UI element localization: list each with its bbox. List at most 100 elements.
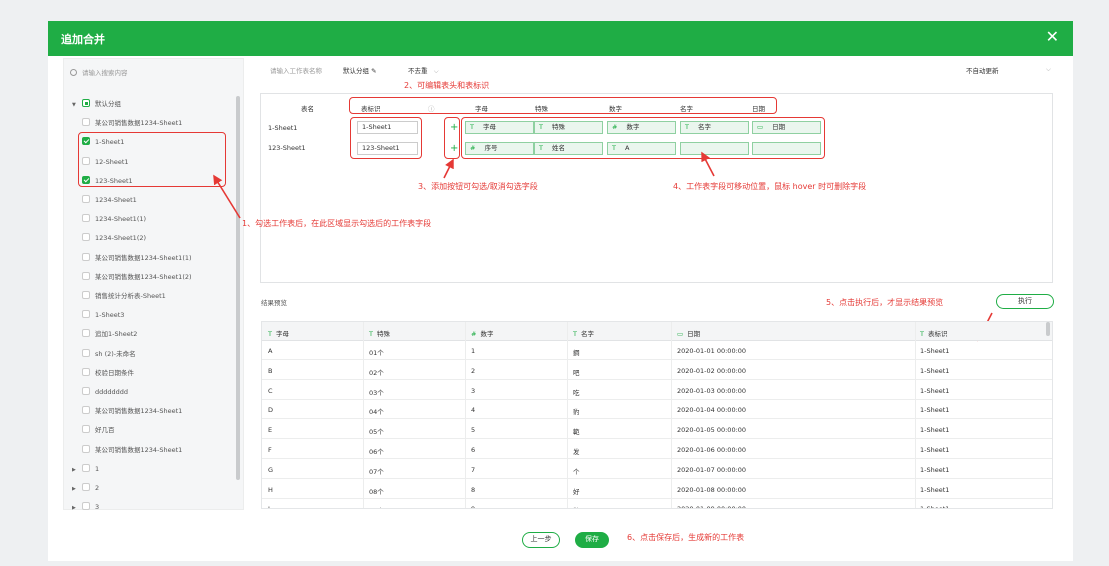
sidebar-item[interactable]: 好几百 [82, 423, 115, 437]
sidebar-item-label: 校验日期条件 [95, 368, 134, 377]
sidebar-item[interactable]: 某公司销售数据1234-Sheet1(2) [82, 270, 192, 284]
column-header[interactable]: T 表标识 [920, 328, 947, 338]
sidebar-item-label: sh (2)-未命名 [95, 349, 136, 358]
checkbox[interactable] [82, 444, 90, 453]
sidebar-item[interactable]: ▶ 2 [72, 481, 99, 495]
column-header[interactable]: ▭ 日期 [677, 328, 700, 338]
table-row: D 04个 4 豹 2020-01-04 00:00:00 1-Sheet1 [262, 400, 1052, 420]
results-table: T 字母 T 特殊 # 数字 T 名字 ▭ 日期 T 表标识 A 01个 1 鋼 2020-01-01 00:… [261, 321, 1053, 509]
sidebar-item[interactable]: 销售统计分析表-Sheet1 [82, 289, 166, 303]
sheet-name-input[interactable]: 请输入工作表名称 [270, 65, 322, 75]
table-cell: 1-Sheet1 [920, 465, 950, 474]
table-cell: 豹 [573, 408, 580, 417]
sidebar-item[interactable]: ▶ 3 [72, 500, 99, 514]
table-cell: E [268, 426, 273, 435]
table-cell: 範 [573, 428, 580, 437]
checkbox[interactable] [82, 483, 90, 491]
table-cell: 06个 [369, 448, 384, 456]
checkbox[interactable] [82, 99, 90, 107]
caret-down-icon[interactable]: ▼ [72, 98, 82, 112]
column-header[interactable]: T 字母 [268, 328, 289, 338]
sidebar-scrollbar[interactable] [236, 96, 240, 480]
group-select[interactable]: 默认分组 ✎ [343, 65, 377, 75]
column-header-label: 表标识 [927, 330, 948, 338]
caret-right-icon[interactable]: ▶ [72, 501, 82, 515]
sidebar-item-label: 好几百 [95, 426, 115, 435]
sidebar-item[interactable]: dddddddd [82, 385, 128, 399]
sidebar-item[interactable]: ▶ 1 [72, 462, 99, 476]
table-cell: 吧 [573, 368, 580, 377]
table-cell: 07个 [369, 467, 384, 476]
table-cell: 个 [573, 467, 580, 476]
column-header[interactable]: T 特殊 [369, 328, 390, 338]
annotation-6: 6、点击保存后，生成新的工作表 [627, 533, 745, 542]
sidebar-item[interactable]: ▼ 默认分组 [72, 97, 121, 111]
sidebar-item[interactable]: 某公司销售数据1234-Sheet1 [82, 443, 182, 457]
caret-right-icon[interactable]: ▶ [72, 482, 82, 496]
checkbox[interactable] [82, 502, 90, 511]
checkbox[interactable] [82, 195, 90, 203]
checkbox[interactable] [82, 252, 90, 261]
sidebar-item[interactable]: 1234-Sheet1(1) [82, 212, 146, 226]
checkbox[interactable] [82, 387, 90, 395]
column-header[interactable]: # 数字 [471, 328, 493, 338]
table-cell: 好 [573, 487, 580, 496]
table-scrollbar[interactable] [1046, 322, 1050, 336]
checkbox[interactable] [82, 463, 90, 472]
run-button[interactable]: 执行 [996, 294, 1054, 309]
chevron-down-icon[interactable]: ⌵ [1046, 65, 1051, 74]
sidebar-item[interactable]: 1234-Sheet1(2) [82, 231, 146, 245]
sidebar-item[interactable]: 1-Sheet3 [82, 308, 124, 322]
column-header-label: 数字 [480, 330, 494, 338]
checkbox[interactable] [82, 118, 90, 127]
search-input[interactable]: 请输入搜索内容 [82, 69, 128, 77]
table-cell: 2020-01-08 00:00:00 [677, 485, 747, 494]
sidebar-item[interactable]: 追加1-Sheet2 [82, 327, 137, 341]
table-cell: 2020-01-03 00:00:00 [677, 386, 747, 395]
table-row: I 09个 9 鹅 2020-01-09 00:00:00 1-Sheet1 [262, 499, 1052, 508]
table-cell: 2020-01-02 00:00:00 [677, 366, 747, 375]
checkbox[interactable] [82, 310, 90, 319]
checkbox[interactable] [82, 329, 90, 338]
sidebar-item[interactable]: 某公司销售数据1234-Sheet1(1) [82, 251, 192, 265]
save-button[interactable]: 保存 [575, 532, 609, 548]
annotation-3: 3、添加按钮可勾选/取消勾选字段 [418, 182, 538, 191]
sidebar-item[interactable]: sh (2)-未命名 [82, 347, 136, 361]
prev-button[interactable]: 上一步 [522, 532, 560, 548]
sidebar-item[interactable]: 某公司销售数据1234-Sheet1 [82, 116, 182, 130]
table-cell: 05个 [369, 428, 384, 437]
checkbox[interactable] [82, 367, 90, 376]
table-cell: 1-Sheet1 [920, 366, 950, 375]
sidebar-item[interactable]: 1234-Sheet1 [82, 193, 137, 207]
column-type-icon: T [369, 330, 373, 338]
chevron-down-icon: ⌵ [433, 67, 439, 75]
sidebar-item[interactable]: 校验日期条件 [82, 366, 134, 380]
table-cell: 1 [471, 347, 476, 355]
sidebar-item-label: 3 [95, 503, 100, 512]
annotation-box [461, 117, 825, 159]
sidebar-item-label: 某公司销售数据1234-Sheet1(2) [95, 272, 192, 281]
sidebar-item-label: 追加1-Sheet2 [95, 330, 138, 339]
checkbox[interactable] [82, 291, 90, 299]
checkbox[interactable] [82, 406, 90, 415]
update-select[interactable]: 不自动更新 [966, 65, 999, 75]
table-cell: 02个 [369, 368, 384, 377]
checkbox[interactable] [82, 233, 90, 242]
column-header[interactable]: T 名字 [573, 328, 594, 338]
table-cell: 01个 [369, 349, 384, 357]
sidebar-item-label: 某公司销售数据1234-Sheet1 [95, 119, 183, 128]
table-row: A 01个 1 鋼 2020-01-01 00:00:00 1-Sheet1 [262, 341, 1052, 360]
caret-right-icon[interactable]: ▶ [72, 463, 82, 477]
checkbox[interactable] [82, 271, 90, 280]
checkbox[interactable] [82, 348, 90, 357]
close-icon[interactable]: ✕ [1046, 29, 1059, 45]
checkbox[interactable] [82, 214, 90, 223]
column-type-icon: ▭ [677, 330, 684, 338]
checkbox[interactable] [82, 425, 90, 434]
sidebar-search[interactable]: 请输入搜索内容 [70, 67, 128, 77]
table-cell: 1-Sheet1 [920, 347, 950, 355]
sidebar-item-label: 某公司销售数据1234-Sheet1 [95, 407, 183, 416]
sidebar-item[interactable]: 某公司销售数据1234-Sheet1 [82, 404, 182, 418]
column-header-label: 日期 [687, 330, 701, 338]
dedupe-select[interactable]: 不去重 ⌵ [408, 65, 439, 76]
